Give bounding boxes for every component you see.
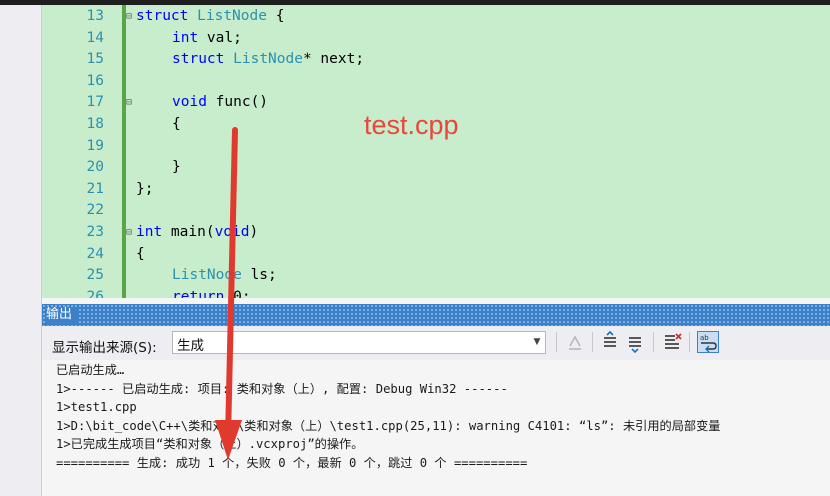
output-toolbar: 显示输出来源(S): 生成 ▼ ab [42, 326, 830, 361]
code-token: void [214, 224, 250, 240]
output-text-area[interactable]: 已启动生成… 1>------ 已启动生成: 项目: 类和对象（上）, 配置: D… [42, 360, 830, 496]
code-token: ) [249, 224, 259, 240]
code-line: 20} [42, 157, 830, 179]
output-line: 1>------ 已启动生成: 项目: 类和对象（上）, 配置: Debug W… [56, 381, 508, 396]
collapse-icon[interactable]: ⊟ [126, 222, 132, 244]
output-panel: 输出 显示输出来源(S): 生成 ▼ ab 已启动生成… 1>------ 已启动… [42, 298, 830, 496]
code-line: 24 { [42, 244, 830, 266]
output-source-label: 显示输出来源(S): [52, 340, 157, 356]
go-to-next-icon[interactable] [624, 331, 646, 354]
output-line: 已启动生成… [56, 363, 125, 377]
collapse-icon[interactable]: ⊟ [126, 6, 132, 28]
code-text: return 0; [172, 287, 251, 298]
code-token: { [172, 116, 181, 132]
svg-text:ab: ab [700, 334, 709, 342]
toolbar-separator [653, 332, 654, 352]
code-token: int [172, 29, 199, 46]
code-token: int [136, 224, 163, 240]
output-title: 输出 [46, 307, 78, 323]
collapse-icon[interactable]: ⊟ [126, 92, 132, 114]
code-text: int main(void) [136, 222, 258, 244]
toolbar-separator [592, 332, 593, 352]
output-line: 1>已完成生成项目“类和对象（上）.vcxproj”的操作。 [56, 437, 364, 451]
toggle-word-wrap-icon[interactable]: ab [697, 331, 719, 353]
code-line: 25 ListNode ls; [42, 265, 830, 287]
line-number: 22 [86, 202, 104, 219]
code-text: ListNode ls; [172, 265, 277, 287]
code-token: } [172, 159, 181, 176]
code-token: 0; [224, 288, 251, 298]
line-number: 17 [86, 94, 104, 111]
line-number: 16 [86, 72, 104, 89]
side-tool-strip [0, 5, 42, 496]
code-token: val; [198, 29, 242, 46]
code-line: 26 return 0; [42, 287, 830, 298]
line-number: 21 [86, 180, 104, 197]
code-text: }; [136, 179, 153, 201]
line-number: 26 [86, 288, 104, 298]
code-line: 15 struct ListNode* next; [42, 49, 830, 71]
file-name-annotation: test.cpp [364, 110, 459, 140]
line-number: 15 [86, 51, 104, 68]
line-number: 20 [86, 159, 104, 176]
code-text: } [172, 157, 181, 179]
code-line: 23 ⊟ int main(void) [42, 222, 830, 244]
code-text: void func() [172, 92, 268, 114]
code-token: func() [206, 94, 269, 111]
code-token: * next; [302, 51, 365, 68]
code-line: 13 ⊟ struct ListNode { [42, 6, 830, 28]
output-source-value: 生成 [177, 338, 204, 354]
output-line: ========== 生成: 成功 1 个，失败 0 个，最新 0 个，跳过 0… [56, 455, 528, 470]
go-to-previous-message-icon[interactable] [564, 331, 586, 353]
toolbar-separator [556, 332, 557, 352]
line-number: 24 [86, 245, 104, 262]
code-line: 21}; [42, 179, 830, 201]
line-number: 23 [86, 224, 104, 240]
code-line: 22 [42, 200, 830, 222]
toolbar-separator [689, 332, 690, 352]
code-token: struct [172, 51, 225, 68]
code-token: ListNode [172, 267, 242, 284]
go-to-previous-icon[interactable] [599, 330, 621, 353]
line-number: 25 [86, 267, 104, 284]
code-line: 16 [42, 71, 830, 93]
code-text: int val; [172, 28, 242, 50]
chevron-down-icon[interactable]: ▼ [529, 332, 545, 353]
code-token: main( [162, 224, 215, 240]
code-token: { [136, 245, 145, 262]
code-token: ListNode [233, 51, 303, 68]
output-line: 1>D:\bit_code\C++\类和对象\类和对象（上）\test1.cpp… [56, 418, 721, 433]
code-text: { [172, 114, 181, 136]
line-number: 13 [86, 8, 104, 24]
code-text: { [136, 244, 145, 266]
code-token: struct [136, 8, 189, 24]
output-source-select[interactable]: 生成 ▼ [172, 331, 546, 354]
code-token: return [172, 288, 225, 298]
code-token: ListNode [197, 8, 267, 24]
output-header: 输出 [42, 304, 830, 326]
line-number: 14 [86, 29, 104, 46]
code-token: }; [136, 180, 154, 197]
code-token: { [266, 8, 285, 24]
code-editor[interactable]: 13 ⊟ struct ListNode {14 int val; 15 struct L… [42, 5, 830, 298]
output-line: 1>test1.cpp [56, 400, 137, 414]
code-text: struct ListNode { [136, 6, 284, 28]
code-token: void [172, 94, 207, 111]
code-line: 14 int val; [42, 28, 830, 50]
line-number: 18 [86, 116, 104, 132]
code-text: struct ListNode* next; [172, 49, 364, 71]
code-token: ls; [241, 267, 277, 284]
clear-all-icon[interactable] [661, 331, 683, 353]
line-number: 19 [86, 137, 104, 154]
